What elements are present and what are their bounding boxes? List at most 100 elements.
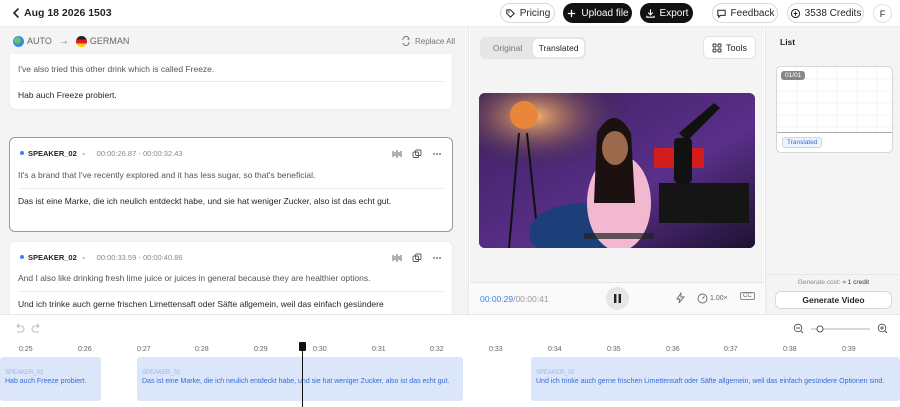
preview-panel: Original Translated Tools 00:00:29/00:00… <box>470 27 764 314</box>
ruler-tick: 0:27 <box>137 346 151 353</box>
clip-speaker: SPEAKER_02 <box>536 370 575 376</box>
zoom-controls <box>793 323 888 334</box>
ruler-tick: 0:36 <box>666 346 680 353</box>
ruler-tick: 0:37 <box>724 346 738 353</box>
segment-card[interactable]: SPEAKER_02 ⌄ 00:00:33.59 - 00:00:40.86 A… <box>9 241 453 314</box>
ruler-tick: 0:39 <box>842 346 856 353</box>
export-button[interactable]: Export <box>640 3 693 23</box>
segment-source-text: I've also tried this other drink which i… <box>18 64 215 74</box>
view-toggle: Original Translated <box>480 37 586 59</box>
clip-speaker: SPEAKER_02 <box>5 370 44 376</box>
clip-speaker: SPEAKER_02 <box>142 370 181 376</box>
chat-icon <box>716 9 726 18</box>
chevron-down-icon[interactable]: ⌄ <box>81 149 87 157</box>
ruler-tick: 0:29 <box>254 346 268 353</box>
segment-tools <box>392 250 442 262</box>
timeline-clip-active[interactable]: SPEAKER_02 Das ist eine Marke, die ich n… <box>137 357 463 401</box>
replace-all-button[interactable]: Replace All <box>401 36 455 46</box>
ruler-tick: 0:26 <box>78 346 92 353</box>
back-arrow-icon[interactable] <box>9 6 23 20</box>
ruler-tick: 0:38 <box>783 346 797 353</box>
video-player[interactable] <box>479 93 755 248</box>
playhead[interactable] <box>302 342 303 407</box>
timeline-clip[interactable]: SPEAKER_02 Hab auch Freeze probiert. <box>0 357 101 401</box>
tag-icon <box>506 8 515 18</box>
tools-button[interactable]: Tools <box>703 36 756 59</box>
redo-icon[interactable] <box>31 323 42 333</box>
zoom-slider[interactable] <box>811 325 870 333</box>
clip-text: Und ich trinke auch gerne frischen Limet… <box>536 378 885 385</box>
player-controls: 00:00:29/00:00:41 1.00× CC <box>470 282 764 314</box>
speedometer-icon <box>697 293 708 304</box>
ruler-tick: 0:35 <box>607 346 621 353</box>
generate-video-button[interactable]: Generate Video <box>775 291 892 309</box>
tab-original[interactable]: Original <box>482 39 533 57</box>
speed-control[interactable]: 1.00× <box>697 293 728 304</box>
timeline: 0:25 0:26 0:27 0:28 0:29 0:30 0:31 0:32 … <box>0 314 900 407</box>
zoom-in-icon[interactable] <box>877 323 888 334</box>
total-time: /00:00:41 <box>513 294 549 304</box>
language-bar: AUTO → GERMAN Replace All <box>0 27 468 55</box>
ruler-tick: 0:32 <box>430 346 444 353</box>
pause-icon <box>614 294 621 303</box>
generate-cost: Generate cost: ≈ 1 credit <box>797 279 870 286</box>
chevron-down-icon[interactable]: ⌄ <box>81 253 87 261</box>
tab-translated[interactable]: Translated <box>533 39 584 57</box>
captions-button[interactable]: CC <box>740 292 755 300</box>
plus-icon <box>568 9 576 17</box>
clip-text: Das ist eine Marke, die ich neulich entd… <box>142 378 450 385</box>
current-time: 00:00:29 <box>480 294 514 304</box>
segment-target-text[interactable]: Hab auch Freeze probiert. <box>18 90 117 100</box>
lightning-icon[interactable] <box>675 292 686 304</box>
speaker-dot-icon <box>20 151 24 155</box>
german-flag-icon <box>75 35 87 47</box>
more-icon[interactable] <box>432 250 442 260</box>
segment-card-active[interactable]: SPEAKER_02 ⌄ 00:00:26.87 - 00:00:32.43 I… <box>9 137 453 232</box>
segment-time: 00:00:26.87 - 00:00:32.43 <box>96 148 183 158</box>
speaker-dot-icon <box>20 255 24 259</box>
list-panel: List 01/01 Translated Generate cost: ≈ 1… <box>765 27 900 314</box>
segment-source-text: And I also like drinking fresh lime juic… <box>18 273 371 283</box>
copy-icon[interactable] <box>412 146 422 158</box>
time-ruler[interactable]: 0:25 0:26 0:27 0:28 0:29 0:30 0:31 0:32 … <box>0 343 900 357</box>
user-avatar[interactable]: F <box>873 4 892 23</box>
ruler-tick: 0:31 <box>372 346 386 353</box>
ruler-tick: 0:33 <box>489 346 503 353</box>
timeline-clip[interactable]: SPEAKER_02 Und ich trinke auch gerne fri… <box>531 357 900 401</box>
thumbnail-index: 01/01 <box>781 71 806 80</box>
speaker-label[interactable]: SPEAKER_02 <box>28 149 77 158</box>
transcript-panel: AUTO → GERMAN Replace All I've also trie… <box>0 27 469 314</box>
target-language[interactable]: GERMAN <box>75 35 129 47</box>
divider <box>18 291 444 292</box>
history-controls <box>14 323 42 333</box>
copy-icon[interactable] <box>412 250 422 262</box>
split-icon[interactable] <box>392 250 402 262</box>
video-frame-image <box>479 93 755 248</box>
segment-time: 00:00:33.59 - 00:00:40.86 <box>96 252 183 262</box>
source-language[interactable]: AUTO <box>13 35 52 47</box>
speaker-label[interactable]: SPEAKER_02 <box>28 253 77 262</box>
segment-header: SPEAKER_02 ⌄ 00:00:26.87 - 00:00:32.43 <box>20 147 183 159</box>
arrow-right-icon: → <box>58 35 69 47</box>
segment-card[interactable]: I've also tried this other drink which i… <box>9 54 453 110</box>
ruler-tick: 0:25 <box>19 346 33 353</box>
clip-text: Hab auch Freeze probiert. <box>5 378 87 385</box>
segment-target-text[interactable]: Und ich trinke auch gerne frischen Limet… <box>18 299 384 309</box>
list-title: List <box>780 37 796 47</box>
more-icon[interactable] <box>432 146 442 156</box>
undo-icon[interactable] <box>14 323 25 333</box>
timecode: 00:00:29/00:00:41 <box>480 294 549 304</box>
segment-target-text[interactable]: Das ist eine Marke, die ich neulich entd… <box>18 196 391 206</box>
divider <box>18 188 444 189</box>
credits-button[interactable]: 3538 Credits <box>787 3 864 23</box>
coin-icon <box>790 8 800 18</box>
pricing-button[interactable]: Pricing <box>500 3 555 23</box>
upload-file-button[interactable]: Upload file <box>563 3 632 23</box>
feedback-button[interactable]: Feedback <box>712 3 778 23</box>
zoom-out-icon[interactable] <box>793 323 804 334</box>
ruler-tick: 0:28 <box>195 346 209 353</box>
video-thumbnail-card[interactable]: 01/01 Translated <box>776 66 893 153</box>
pause-button[interactable] <box>606 287 629 310</box>
segment-tools <box>392 146 442 158</box>
split-icon[interactable] <box>392 146 402 158</box>
